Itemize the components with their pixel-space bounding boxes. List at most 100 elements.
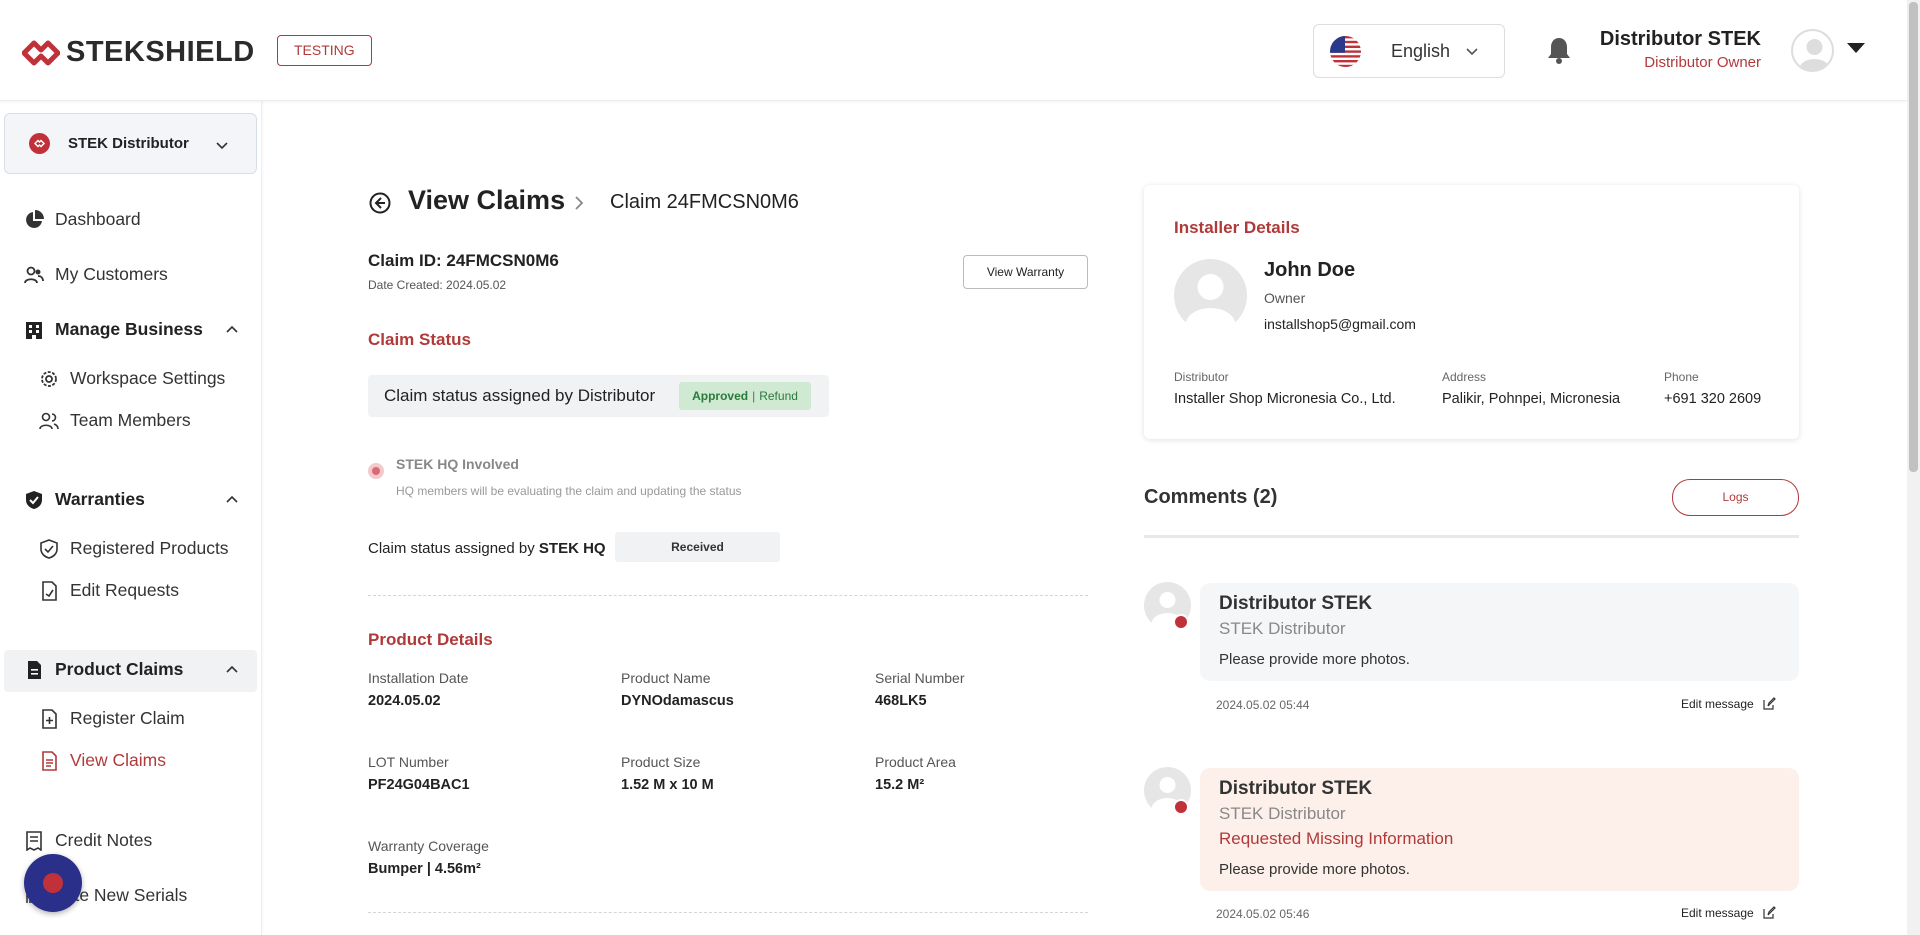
breadcrumb-current: Claim 24FMCSN0M6 <box>610 191 799 213</box>
user-role: Distributor Owner <box>1644 54 1761 71</box>
sidebar-item-registered-products[interactable]: Registered Products <box>39 538 229 559</box>
product-details-heading: Product Details <box>368 630 493 649</box>
divider <box>368 595 1088 596</box>
sidebar-item-register-claim[interactable]: Register Claim <box>39 708 185 729</box>
help-chat-button[interactable] <box>24 854 82 912</box>
product-area-value: 15.2 M² <box>875 777 925 793</box>
chevron-up-icon[interactable] <box>224 662 240 678</box>
building-icon <box>26 321 42 339</box>
organization-name: STEK Distributor <box>68 135 189 152</box>
sidebar-item-label: Warranties <box>55 489 145 509</box>
sidebar-item-label: Workspace Settings <box>70 368 226 388</box>
user-name: Distributor STEK <box>1599 28 1761 50</box>
hq-status-label: Claim status assigned by STEK HQ <box>368 540 606 557</box>
installation-date-label: Installation Date <box>368 670 469 686</box>
scrollbar-thumb[interactable] <box>1909 2 1918 472</box>
sidebar-item-dashboard[interactable]: Dashboard <box>24 209 141 230</box>
lot-number-value: PF24G04BAC1 <box>368 777 470 793</box>
installation-date-value: 2024.05.02 <box>368 693 441 709</box>
sidebar-item-label: Register Claim <box>70 708 185 728</box>
team-icon <box>39 412 59 429</box>
environment-badge: TESTING <box>277 35 372 66</box>
edit-message-button[interactable]: Edit message <box>1681 697 1776 711</box>
sidebar-item-label: Credit Notes <box>55 830 153 850</box>
organization-switcher[interactable]: STEK Distributor <box>4 113 257 174</box>
chevron-up-icon[interactable] <box>224 492 240 508</box>
file-plus-icon <box>42 708 57 729</box>
comment-timestamp: 2024.05.02 05:46 <box>1216 907 1310 921</box>
notification-bell-icon[interactable] <box>1546 36 1572 64</box>
page-title: View Claims <box>408 185 566 215</box>
installer-distributor-value: Installer Shop Micronesia Co., Ltd. <box>1174 391 1396 407</box>
product-size-label: Product Size <box>621 754 701 770</box>
warranty-coverage-label: Warranty Coverage <box>368 838 489 854</box>
page-scrollbar[interactable] <box>1907 0 1920 935</box>
edit-icon <box>1763 906 1776 919</box>
status-separator: | <box>752 389 756 403</box>
product-name-value: DYNOdamascus <box>621 693 734 709</box>
comment-text: Please provide more photos. <box>1219 651 1410 668</box>
claim-date-created: Date Created: 2024.05.02 <box>368 278 507 292</box>
installer-details-heading: Installer Details <box>1174 218 1300 237</box>
status-badge: Approved | Refund <box>679 382 811 410</box>
logo-text: STEKSHIELD <box>66 36 255 68</box>
comment-timestamp: 2024.05.02 05:44 <box>1216 698 1310 712</box>
divider <box>368 912 1088 913</box>
comment-org: STEK Distributor <box>1219 619 1346 638</box>
serial-number-label: Serial Number <box>875 670 965 686</box>
sidebar-item-manage-business[interactable]: Manage Business <box>24 319 203 340</box>
user-avatar[interactable] <box>1791 29 1834 72</box>
comment-author: Distributor STEK <box>1219 778 1373 799</box>
sidebar-item-label: Team Members <box>70 410 191 430</box>
installer-avatar <box>1174 259 1247 332</box>
warranty-coverage-value: Bumper | 4.56m² <box>368 861 481 877</box>
edit-message-label: Edit message <box>1681 906 1754 920</box>
edit-icon <box>1763 697 1776 710</box>
sidebar-item-label: Manage Business <box>55 319 203 339</box>
sidebar-item-my-customers[interactable]: My Customers <box>24 264 168 285</box>
language-selector[interactable]: English <box>1313 24 1505 78</box>
claim-id: Claim ID: 24FMCSN0M6 <box>368 251 559 270</box>
back-arrow-icon[interactable] <box>369 192 391 214</box>
serial-number-value: 468LK5 <box>875 693 927 709</box>
claim-status-heading: Claim Status <box>368 330 471 349</box>
stekshield-logo[interactable]: STEKSHIELD <box>22 36 255 69</box>
pie-chart-icon <box>26 209 44 228</box>
installer-role: Owner <box>1264 290 1306 306</box>
comment-text: Please provide more photos. <box>1219 861 1410 878</box>
sidebar-item-credit-notes[interactable]: Credit Notes <box>24 830 152 851</box>
distributor-status-label: Claim status assigned by Distributor <box>384 386 656 405</box>
shield-icon <box>40 538 58 559</box>
hq-involved-radio <box>368 463 384 479</box>
product-area-label: Product Area <box>875 754 956 770</box>
sidebar-item-workspace-settings[interactable]: Workspace Settings <box>39 368 225 389</box>
edit-message-button[interactable]: Edit message <box>1681 906 1776 920</box>
file-list-icon <box>42 750 57 771</box>
logs-button[interactable]: Logs <box>1672 479 1799 516</box>
view-warranty-button[interactable]: View Warranty <box>963 255 1088 289</box>
installer-address-label: Address <box>1442 370 1487 384</box>
installer-phone-label: Phone <box>1664 370 1699 384</box>
sidebar-item-label: My Customers <box>55 264 168 284</box>
gear-icon <box>41 370 57 387</box>
comment-bubble-highlighted: Distributor STEK STEK Distributor Reques… <box>1200 768 1799 891</box>
sidebar-item-product-claims[interactable]: Product Claims <box>24 659 183 680</box>
installer-email: installshop5@gmail.com <box>1264 316 1416 332</box>
org-logo-icon <box>29 133 50 154</box>
document-icon <box>28 660 41 679</box>
product-name-label: Product Name <box>621 670 711 686</box>
logo-mark-icon <box>22 40 60 65</box>
user-menu-caret-icon[interactable] <box>1847 43 1865 53</box>
status-resolution: Refund <box>759 389 798 403</box>
sidebar-item-edit-requests[interactable]: Edit Requests <box>39 580 179 601</box>
sidebar-item-label: Edit Requests <box>70 580 179 600</box>
sidebar-item-view-claims[interactable]: View Claims <box>39 750 166 771</box>
breadcrumb-chevron-icon <box>575 196 584 210</box>
chevron-down-icon <box>1466 48 1478 56</box>
sidebar-item-warranties[interactable]: Warranties <box>24 489 145 510</box>
installer-distributor-label: Distributor <box>1174 370 1229 384</box>
receipt-icon <box>26 830 42 851</box>
chevron-up-icon[interactable] <box>224 322 240 338</box>
sidebar-item-team-members[interactable]: Team Members <box>39 410 191 431</box>
top-bar: STEKSHIELD TESTING English Distributor S… <box>0 0 1907 101</box>
